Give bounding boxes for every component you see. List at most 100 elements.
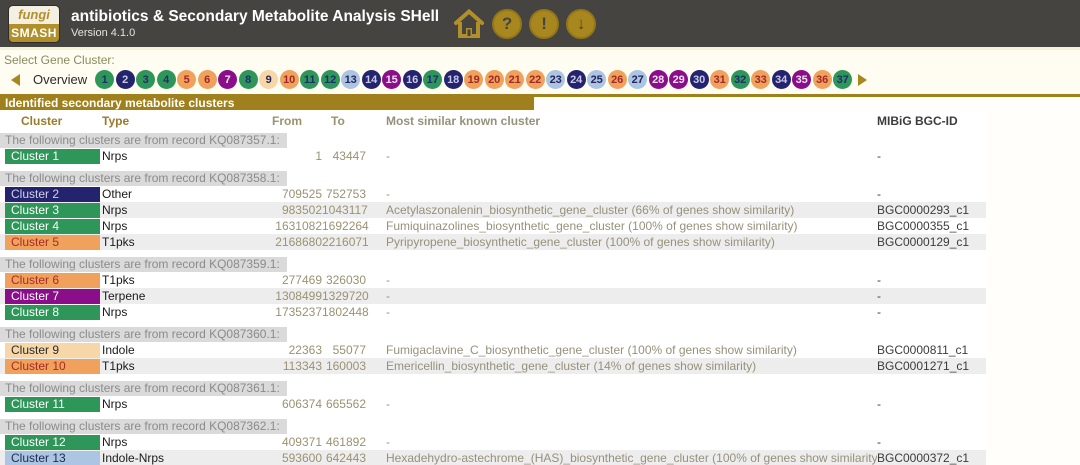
similar-cluster-link[interactable]: - [366, 148, 877, 164]
cluster-button-1[interactable]: 1 [95, 70, 114, 89]
record-rows: Cluster 1 Nrps 1 43447 - - [0, 148, 986, 164]
cluster-button-30[interactable]: 30 [690, 70, 709, 89]
record-group: The following clusters are from record K… [0, 381, 986, 412]
cluster-from: 409371 [272, 434, 322, 450]
cluster-button-18[interactable]: 18 [444, 70, 463, 89]
header-from: From [272, 112, 322, 130]
cluster-button-7[interactable]: 7 [218, 70, 237, 89]
cluster-from: 983502 [272, 202, 322, 218]
cluster-type: Nrps [102, 202, 272, 218]
table-row: Cluster 6 T1pks 277469 326030 - - [0, 272, 986, 288]
cluster-button-14[interactable]: 14 [362, 70, 381, 89]
similar-cluster-link[interactable]: Hexadehydro-astechrome_(HAS)_biosyntheti… [366, 450, 877, 465]
mibig-bgc-id[interactable]: - [877, 396, 986, 412]
cluster-type: Nrps [102, 434, 272, 450]
cluster-button-34[interactable]: 34 [772, 70, 791, 89]
cluster-button-23[interactable]: 23 [546, 70, 565, 89]
cluster-from: 1631082 [272, 218, 322, 234]
cluster-button-16[interactable]: 16 [403, 70, 422, 89]
cluster-type: T1pks [102, 272, 272, 288]
cluster-button-35[interactable]: 35 [792, 70, 811, 89]
similar-cluster-link[interactable]: - [366, 186, 877, 202]
similar-cluster-link[interactable]: Acetylaszonalenin_biosynthetic_gene_clus… [366, 202, 877, 218]
cluster-button-26[interactable]: 26 [608, 70, 627, 89]
similar-cluster-link[interactable]: Pyripyropene_biosynthetic_gene_cluster (… [366, 234, 877, 250]
mibig-bgc-id[interactable]: BGC0000293_c1 [877, 202, 986, 218]
cluster-button-33[interactable]: 33 [751, 70, 770, 89]
cluster-to: 2216071 [322, 234, 366, 250]
mibig-bgc-id[interactable]: - [877, 288, 986, 304]
cluster-button-31[interactable]: 31 [710, 70, 729, 89]
cluster-to: 326030 [322, 272, 366, 288]
cluster-button-37[interactable]: 37 [833, 70, 852, 89]
notices-icon[interactable]: ! [529, 9, 559, 39]
mibig-bgc-id[interactable]: BGC0000129_c1 [877, 234, 986, 250]
cluster-button-20[interactable]: 20 [485, 70, 504, 89]
cluster-to: 461892 [322, 434, 366, 450]
similar-cluster-link[interactable]: Fumigaclavine_C_biosynthetic_gene_cluste… [366, 342, 877, 358]
cluster-badge: Cluster 6 [5, 273, 100, 288]
similar-cluster-link[interactable]: - [366, 434, 877, 450]
cluster-button-9[interactable]: 9 [259, 70, 278, 89]
mibig-bgc-id[interactable]: - [877, 186, 986, 202]
cluster-to: 665562 [322, 396, 366, 412]
cluster-button-17[interactable]: 17 [423, 70, 442, 89]
mibig-bgc-id[interactable]: BGC0000355_c1 [877, 218, 986, 234]
download-icon[interactable]: ↓ [566, 9, 596, 39]
cluster-button-4[interactable]: 4 [157, 70, 176, 89]
scroll-right-icon[interactable] [858, 74, 867, 86]
similar-cluster-link[interactable]: - [366, 272, 877, 288]
cluster-button-22[interactable]: 22 [526, 70, 545, 89]
overview-button[interactable]: Overview [33, 72, 87, 87]
cluster-button-8[interactable]: 8 [239, 70, 258, 89]
cluster-button-3[interactable]: 3 [136, 70, 155, 89]
cluster-button-6[interactable]: 6 [198, 70, 217, 89]
help-icon[interactable]: ? [492, 9, 522, 39]
cluster-button-15[interactable]: 15 [382, 70, 401, 89]
similar-cluster-link[interactable]: - [366, 396, 877, 412]
mibig-bgc-id[interactable]: - [877, 304, 986, 320]
cluster-button-21[interactable]: 21 [505, 70, 524, 89]
cluster-button-5[interactable]: 5 [177, 70, 196, 89]
fungismash-logo[interactable]: fungi SMASH [8, 5, 60, 43]
cluster-from: 593600 [272, 450, 322, 465]
record-rows: Cluster 12 Nrps 409371 461892 - - Cluste… [0, 434, 986, 465]
scroll-left-icon[interactable] [11, 74, 20, 86]
cluster-button-12[interactable]: 12 [321, 70, 340, 89]
mibig-bgc-id[interactable]: BGC0000372_c1 [877, 450, 986, 465]
page-title: antibiotics & Secondary Metabolite Analy… [71, 8, 439, 26]
mibig-bgc-id[interactable]: - [877, 272, 986, 288]
similar-cluster-link[interactable]: Fumiquinazolines_biosynthetic_gene_clust… [366, 218, 877, 234]
cluster-badge: Cluster 5 [5, 235, 100, 250]
similar-cluster-link[interactable]: Emericellin_biosynthetic_gene_cluster (1… [366, 358, 877, 374]
mibig-bgc-id[interactable]: - [877, 148, 986, 164]
cluster-button-27[interactable]: 27 [628, 70, 647, 89]
cluster-button-36[interactable]: 36 [813, 70, 832, 89]
cluster-button-32[interactable]: 32 [731, 70, 750, 89]
cluster-button-19[interactable]: 19 [464, 70, 483, 89]
cluster-button-10[interactable]: 10 [280, 70, 299, 89]
version-label: Version 4.1.0 [71, 26, 439, 40]
cluster-button-2[interactable]: 2 [116, 70, 135, 89]
mibig-bgc-id[interactable]: - [877, 434, 986, 450]
cluster-button-13[interactable]: 13 [341, 70, 360, 89]
cluster-button-11[interactable]: 11 [300, 70, 319, 89]
home-icon[interactable] [453, 8, 485, 40]
mibig-bgc-id[interactable]: BGC0000811_c1 [877, 342, 986, 358]
cluster-button-24[interactable]: 24 [567, 70, 586, 89]
similar-cluster-link[interactable]: - [366, 304, 877, 320]
cluster-button-29[interactable]: 29 [669, 70, 688, 89]
record-group: The following clusters are from record K… [0, 327, 986, 374]
mibig-bgc-id[interactable]: BGC0001271_c1 [877, 358, 986, 374]
record-rows: Cluster 9 Indole 22363 55077 Fumigaclavi… [0, 342, 986, 374]
table-row: Cluster 1 Nrps 1 43447 - - [0, 148, 986, 164]
cluster-button-28[interactable]: 28 [649, 70, 668, 89]
fungismash-app: fungi SMASH antibiotics & Secondary Meta… [0, 0, 1080, 465]
header-mibig: MIBiG BGC-ID [877, 112, 986, 130]
section-title: Identified secondary metabolite clusters [0, 97, 534, 110]
cluster-to: 752753 [322, 186, 366, 202]
table-row: Cluster 12 Nrps 409371 461892 - - [0, 434, 986, 450]
cluster-button-25[interactable]: 25 [587, 70, 606, 89]
cluster-from: 113343 [272, 358, 322, 374]
similar-cluster-link[interactable]: - [366, 288, 877, 304]
